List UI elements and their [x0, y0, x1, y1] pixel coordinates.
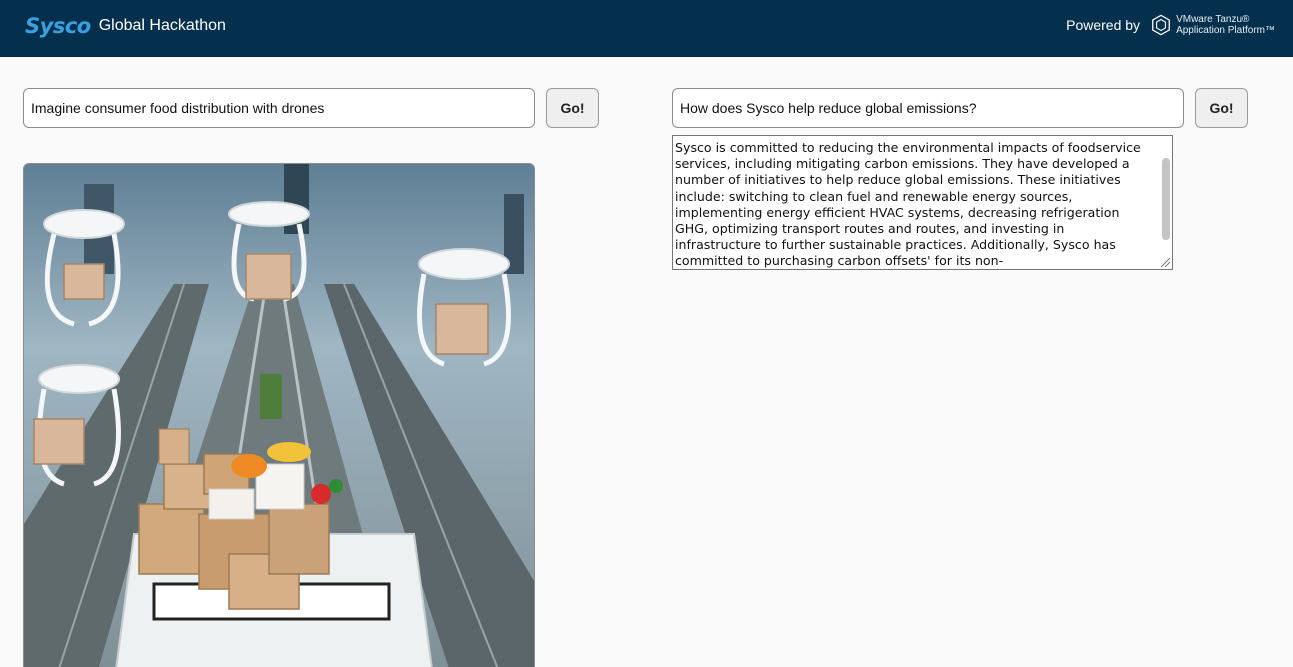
drone-delivery-illustration — [24, 164, 534, 667]
generated-image — [23, 163, 535, 667]
powered-by: Powered by VMware Tanzu® Application Pla… — [1066, 14, 1275, 36]
tanzu-logo-icon — [1152, 14, 1170, 36]
sysco-logo: Sysco — [25, 14, 91, 38]
answer-box[interactable]: Sysco is committed to reducing the envir… — [672, 135, 1173, 270]
answer-scrollbar[interactable] — [1162, 158, 1170, 240]
resize-grip-icon[interactable] — [1159, 256, 1171, 268]
question-input[interactable] — [672, 88, 1184, 128]
image-go-button[interactable]: Go! — [546, 88, 599, 128]
top-bar: Sysco Global Hackathon Powered by VMware… — [0, 0, 1293, 57]
vendor-line-1: VMware Tanzu® — [1176, 14, 1250, 25]
question-go-button[interactable]: Go! — [1195, 88, 1248, 128]
vendor-name: VMware Tanzu® Application Platform™ — [1176, 14, 1275, 36]
powered-by-label: Powered by — [1066, 17, 1141, 33]
app-title: Global Hackathon — [98, 17, 226, 34]
brand: Sysco Global Hackathon — [25, 14, 226, 38]
vendor-line-2: Application Platform™ — [1176, 25, 1275, 36]
image-prompt-input[interactable] — [23, 88, 535, 128]
answer-textarea[interactable]: Sysco is committed to reducing the envir… — [673, 136, 1172, 269]
